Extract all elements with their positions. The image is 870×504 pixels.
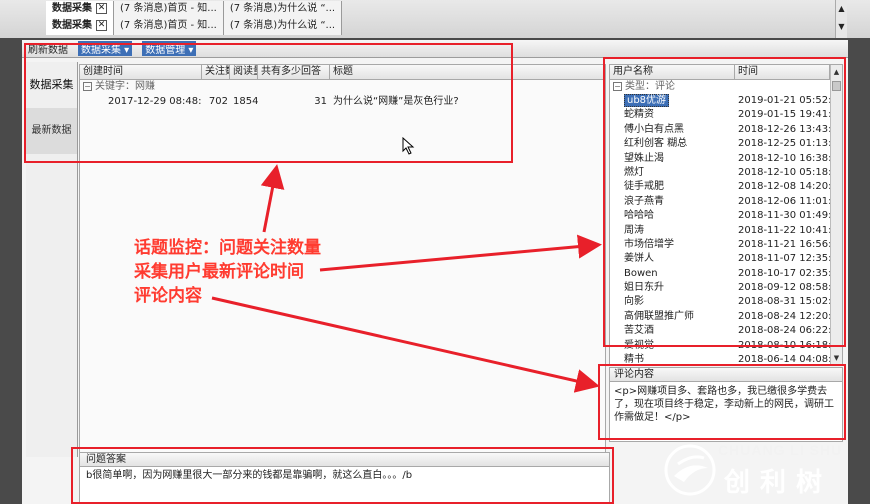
annotation-line: 话题监控：问题关注数量 [134, 238, 321, 258]
annotation-text: 话题监控：问题关注数量 采集用户最新评论时间 评论内容 [134, 236, 394, 308]
watermark-logo-icon [664, 444, 716, 496]
watermark: CHUANG LI SHU 创利树 [664, 438, 870, 504]
annotation-line: 评论内容 [134, 286, 202, 306]
annotation-line: 采集用户最新评论时间 [134, 262, 304, 282]
mouse-cursor-icon [402, 137, 415, 155]
watermark-text-en: CHUANG LI SHU [718, 442, 843, 458]
watermark-text-cn: 创利树 [724, 468, 833, 498]
arrow-to-grid [260, 164, 285, 233]
annotation-arrows [211, 164, 602, 393]
arrow-to-comment [211, 296, 600, 393]
